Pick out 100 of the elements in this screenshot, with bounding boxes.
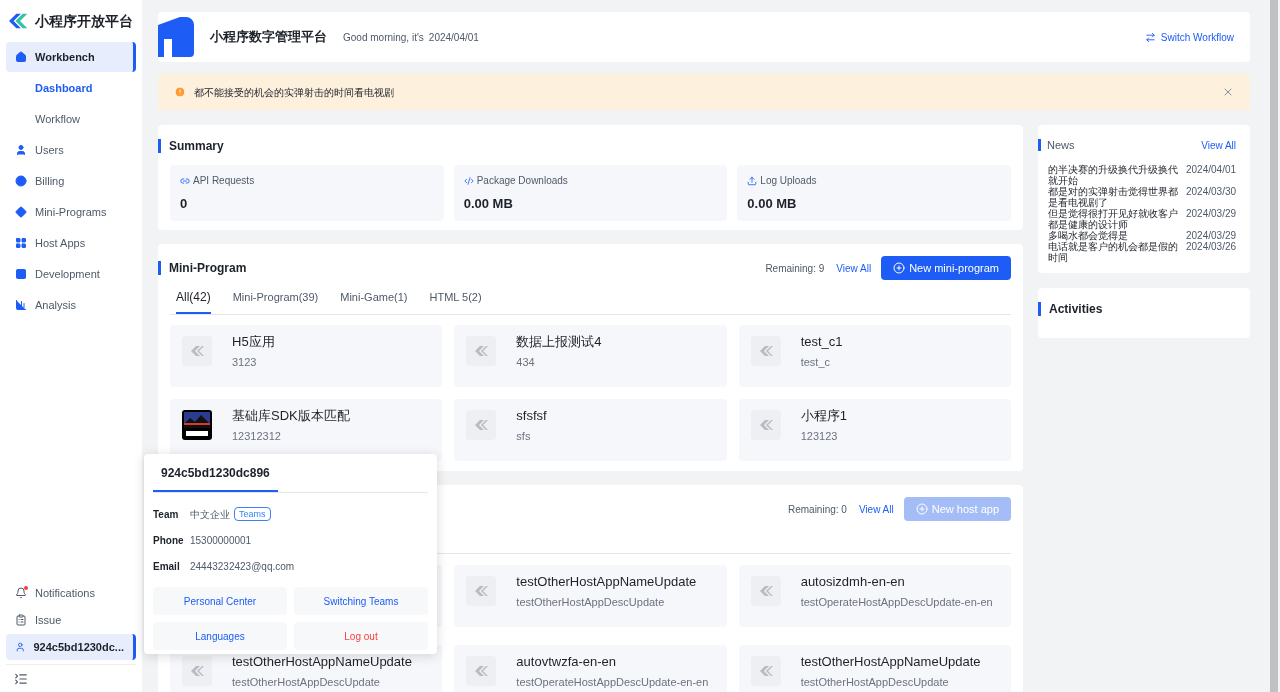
app-card[interactable]: test_c1 test_c [738,325,1011,387]
view-all-link[interactable]: View All [836,260,872,276]
plus-icon [893,262,906,274]
stat-value: 0 [180,195,189,213]
app-name: test_c1 [800,334,843,350]
app-description: 12312312 [232,429,282,444]
alert-message: 都不能接受的机会的实弹射击的时间看电视剧 [194,85,394,100]
news-title: 都是对的实弹射击觉得世界都是看电视剧了 [1048,185,1179,208]
nav-item[interactable]: Development [6,259,136,289]
news-item[interactable]: 电话就是客户的机会都是假的时间 2024/03/26 [1048,240,1237,263]
news-title: 的半决赛的升级换代升级换代就开始 [1048,163,1179,186]
app-name: sfsfsf [516,408,547,424]
link-icon [180,175,190,186]
user-id-tab[interactable]: 924c5bd1230dc896 [153,464,278,492]
field-label: Team [153,507,180,522]
news-title: 多喝水都会觉得是 [1048,229,1128,241]
app-card[interactable]: autosizdmh-en-en testOperateHostAppDescUpdate-en-en [738,565,1011,627]
close-icon[interactable] [1222,86,1234,98]
stat-label: Log Uploads [760,174,817,188]
stat-value: 0.00 MB [747,195,798,213]
app-placeholder-icon [466,410,497,440]
app-description: 123123 [800,429,839,444]
section-title: News [1047,138,1075,153]
switch-workflow-link[interactable]: Switch Workflow [1144,29,1234,45]
app-placeholder-icon [466,576,497,606]
app-name: testOtherHostAppNameUpdate [800,654,981,670]
nav-item[interactable]: Issue [6,607,136,633]
app-card[interactable]: 数据上报测试4 434 [454,325,727,387]
view-all-link[interactable]: View All [1201,137,1237,153]
app-card[interactable]: H5应用 3123 [170,325,443,387]
section-title: Mini-Program [169,260,247,277]
app-placeholder-icon [466,656,497,686]
nav-item[interactable]: Mini-Programs [6,197,136,227]
grid-icon [15,237,27,249]
app-placeholder-icon [182,656,212,686]
nav-subitem[interactable]: Dashboard [35,73,142,103]
filter-tab[interactable]: Mini-Game(1) [340,288,408,314]
app-placeholder-icon [750,576,781,606]
app-description: testOperateHostAppDescUpdate-en-en [516,675,709,690]
popup-action-button[interactable]: Languages [153,622,287,650]
news-item[interactable]: 但是觉得很打开见好就收客户都是健康的设计师 2024/03/29 [1048,207,1237,230]
app-description: testOtherHostAppDescUpdate [232,675,381,690]
collapse-menu-icon[interactable] [14,671,28,686]
app-description: 434 [516,355,536,370]
app-card[interactable]: autovtwzfa-en-en testOperateHostAppDescUpdate-en-en [454,645,727,692]
warning-icon [174,86,186,98]
nav-item[interactable]: Workbench [6,42,136,72]
field-label: Phone [153,533,185,548]
news-date: 2024/03/29 [1186,207,1237,219]
home-icon [15,51,27,63]
app-description: 3123 [232,355,258,370]
nav-item[interactable]: Notifications [6,580,136,606]
app-placeholder-icon [750,336,781,366]
remaining-count: Remaining: 0 [787,502,847,517]
app-description: sfs [516,429,532,444]
news-item[interactable]: 都是对的实弹射击觉得世界都是看电视剧了 2024/03/30 [1048,185,1237,208]
app-card[interactable]: sfsfsf sfs [454,399,727,461]
diamond-icon [15,206,27,218]
stat-label: Package Downloads [476,174,568,188]
nav-item[interactable]: Host Apps [6,228,136,258]
news-item[interactable]: 的半决赛的升级换代升级换代就开始 2024/04/01 [1048,163,1237,186]
filter-tab[interactable]: Mini-Program(39) [232,288,319,314]
news-date: 2024/04/01 [1186,163,1237,175]
user-icon [15,144,27,156]
view-all-link[interactable]: View All [858,501,894,517]
nav-item[interactable]: Analysis [6,290,136,320]
filter-tab[interactable]: HTML 5(2) [429,288,482,314]
app-name: 数据上报测试4 [516,334,602,350]
app-name: testOtherHostAppNameUpdate [516,574,697,590]
filter-tab[interactable]: All(42) [176,288,211,314]
scrollbar[interactable] [1270,0,1278,692]
nav-item[interactable]: 924c5bd1230dc... [6,634,136,660]
popup-action-button[interactable]: Personal Center [153,587,287,615]
upload-icon [747,175,758,186]
popup-action-button[interactable]: Log out [294,622,428,650]
nav-subitem[interactable]: Workflow [35,104,142,134]
app-placeholder-icon [466,336,497,366]
app-card[interactable]: 小程序1 123123 [738,399,1011,461]
app-name: 小程序1 [800,408,847,424]
plus-icon [915,503,928,515]
app-name: testOtherHostAppNameUpdate [232,654,412,670]
field-value: 24443232423@qq.com [190,559,295,574]
app-card[interactable]: testOtherHostAppNameUpdate testOtherHostAppDescUpdate [454,565,727,627]
app-placeholder-icon [750,410,781,440]
nav-item[interactable]: Users [6,135,136,165]
news-item[interactable]: 多喝水都会觉得是 2024/03/29 [1048,229,1237,241]
app-card[interactable]: testOtherHostAppNameUpdate testOtherHostAppDescUpdate [738,645,1011,692]
app-description: testOtherHostAppDescUpdate [516,595,666,610]
swap-icon [1144,31,1156,43]
news-title: 但是觉得很打开见好就收客户都是健康的设计师 [1048,207,1179,230]
popup-action-button[interactable]: Switching Teams [294,587,428,615]
app-name: H5应用 [232,334,275,350]
field-value: 中文企业 [190,507,230,522]
section-title: Activities [1049,300,1103,318]
app-description: testOtherHostAppDescUpdate [800,675,950,690]
news-title: 电话就是客户的机会都是假的时间 [1048,240,1179,263]
app-description: testOperateHostAppDescUpdate-en-en [800,595,993,610]
nav-item[interactable]: Billing [6,166,136,196]
app-card[interactable]: 基础库SDK版本匹配 12312312 [170,399,443,461]
new-button[interactable]: New mini-program [881,256,1011,280]
